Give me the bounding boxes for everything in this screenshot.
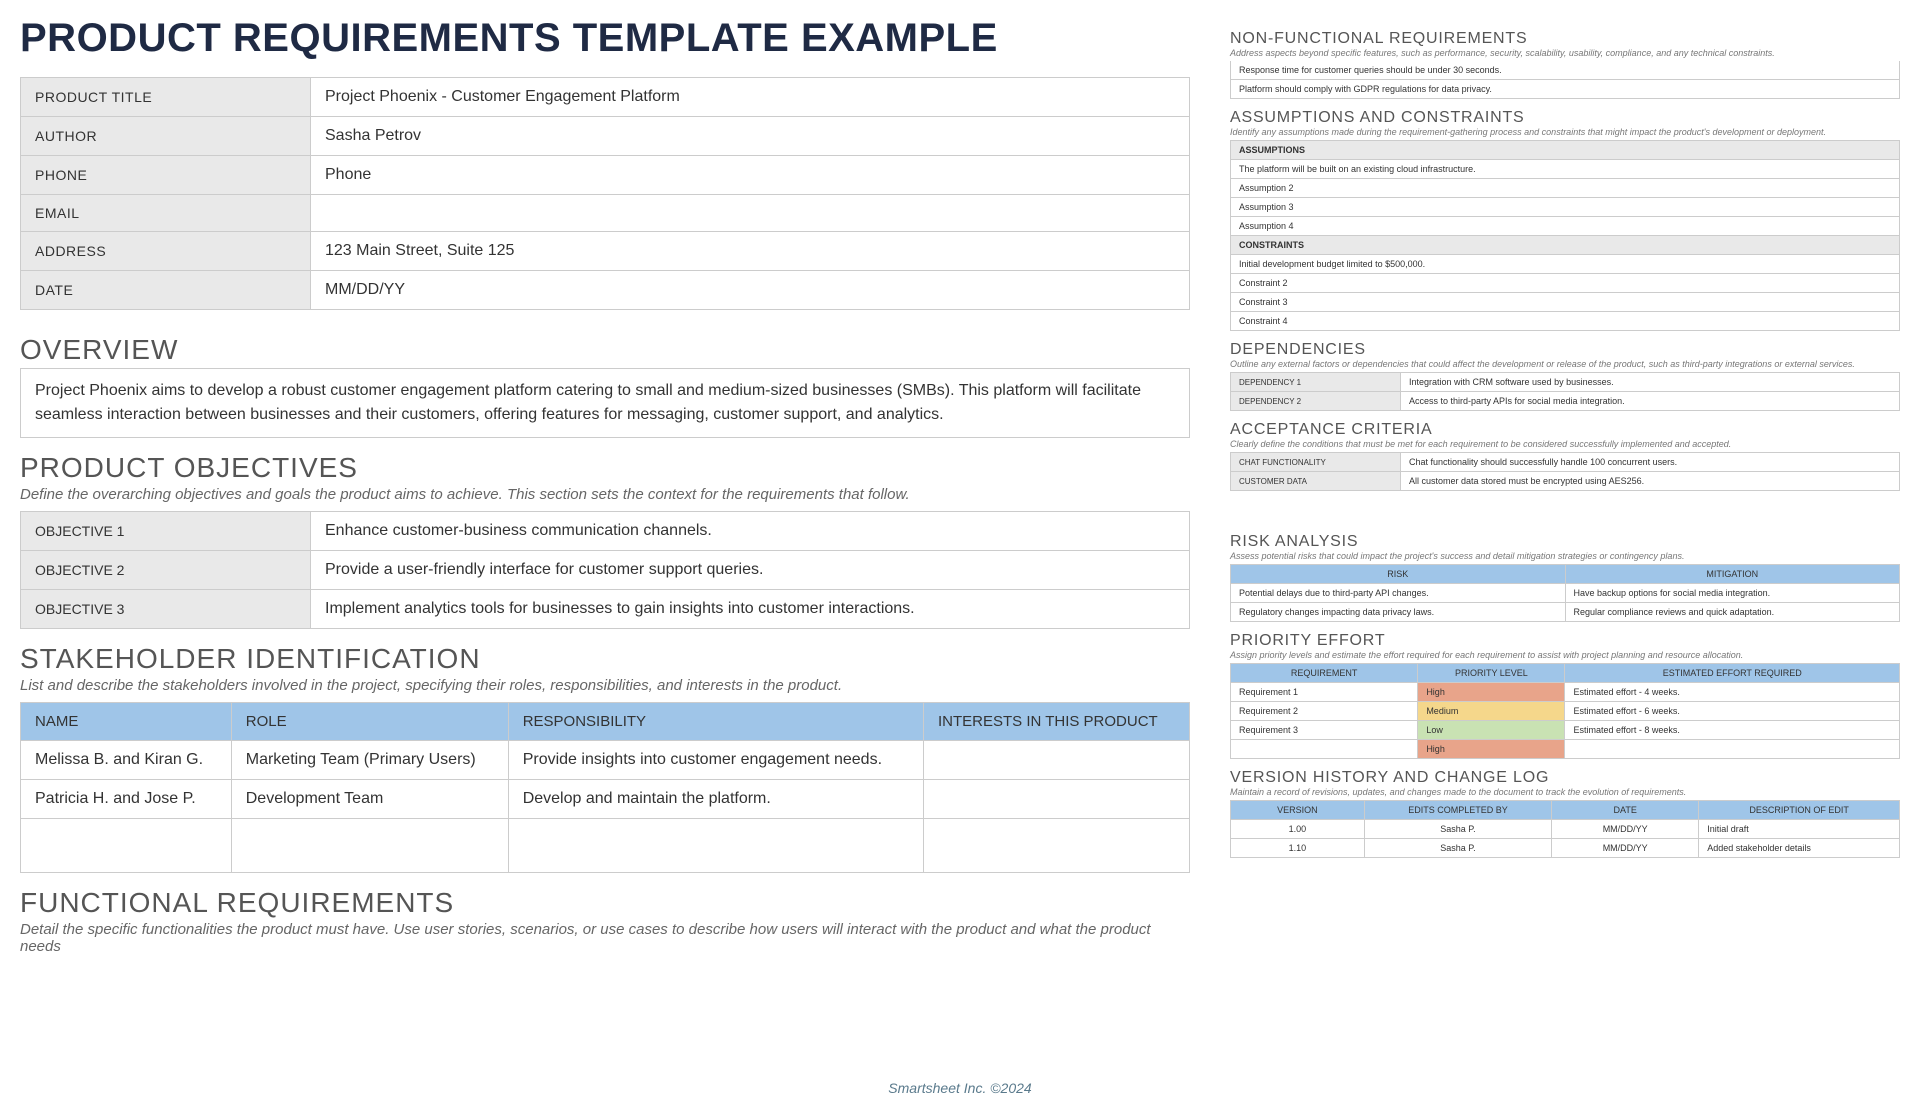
label-phone: PHONE: [21, 156, 311, 195]
table-row: Regulatory changes impacting data privac…: [1231, 603, 1900, 622]
value-product-title: Project Phoenix - Customer Engagement Pl…: [311, 78, 1190, 117]
col-risk: RISK: [1231, 565, 1566, 584]
col-mitigation: MITIGATION: [1565, 565, 1900, 584]
assumption-item: Assumption 3: [1231, 198, 1900, 217]
value-phone: Phone: [311, 156, 1190, 195]
col-interests: INTERESTS IN THIS PRODUCT: [923, 703, 1189, 741]
dep-label: DEPENDENCY 2: [1231, 392, 1401, 411]
objective-label: OBJECTIVE 2: [21, 551, 311, 590]
col-desc-edit: DESCRIPTION OF EDIT: [1699, 801, 1900, 820]
table-row: [21, 819, 1190, 873]
ac-label: CHAT FUNCTIONALITY: [1231, 453, 1401, 472]
table-row: Patricia H. and Jose P. Development Team…: [21, 780, 1190, 819]
assumptions-label: ASSUMPTIONS: [1231, 141, 1900, 160]
left-column: PRODUCT REQUIREMENTS TEMPLATE EXAMPLE PR…: [20, 16, 1190, 963]
constraints-label: CONSTRAINTS: [1231, 236, 1900, 255]
col-version: VERSION: [1231, 801, 1365, 820]
version-table: VERSION EDITS COMPLETED BY DATE DESCRIPT…: [1230, 800, 1900, 858]
dep-text: Access to third-party APIs for social me…: [1401, 392, 1900, 411]
constraint-item: Constraint 3: [1231, 293, 1900, 312]
version-heading: VERSION HISTORY AND CHANGE LOG: [1230, 769, 1900, 787]
table-row: Potential delays due to third-party API …: [1231, 584, 1900, 603]
dep-label: DEPENDENCY 1: [1231, 373, 1401, 392]
functional-desc: Detail the specific functionalities the …: [20, 921, 1190, 955]
value-address: 123 Main Street, Suite 125: [311, 232, 1190, 271]
col-edits-by: EDITS COMPLETED BY: [1364, 801, 1551, 820]
nonfunctional-desc: Address aspects beyond specific features…: [1230, 48, 1900, 58]
assumption-item: Assumption 2: [1231, 179, 1900, 198]
dependencies-heading: DEPENDENCIES: [1230, 341, 1900, 359]
value-email: [311, 195, 1190, 232]
nonfunctional-heading: NON-FUNCTIONAL REQUIREMENTS: [1230, 30, 1900, 48]
table-row: Requirement 3LowEstimated effort - 8 wee…: [1231, 721, 1900, 740]
col-role: ROLE: [231, 703, 508, 741]
nf-item: Platform should comply with GDPR regulat…: [1230, 80, 1900, 99]
col-date: DATE: [1552, 801, 1699, 820]
col-responsibility: RESPONSIBILITY: [508, 703, 923, 741]
stakeholders-heading: STAKEHOLDER IDENTIFICATION: [20, 643, 1190, 675]
value-date: MM/DD/YY: [311, 271, 1190, 310]
risk-heading: RISK ANALYSIS: [1230, 533, 1900, 551]
col-priority-level: PRIORITY LEVEL: [1418, 664, 1565, 683]
value-author: Sasha Petrov: [311, 117, 1190, 156]
col-effort: ESTIMATED EFFORT REQUIRED: [1565, 664, 1900, 683]
info-table: PRODUCT TITLEProject Phoenix - Customer …: [20, 77, 1190, 310]
acceptance-heading: ACCEPTANCE CRITERIA: [1230, 421, 1900, 439]
objectives-table: OBJECTIVE 1Enhance customer-business com…: [20, 511, 1190, 629]
assumptions-desc: Identify any assumptions made during the…: [1230, 127, 1900, 137]
overview-heading: OVERVIEW: [20, 334, 1190, 366]
label-author: AUTHOR: [21, 117, 311, 156]
ac-text: All customer data stored must be encrypt…: [1401, 472, 1900, 491]
col-requirement: REQUIREMENT: [1231, 664, 1418, 683]
assumptions-heading: ASSUMPTIONS AND CONSTRAINTS: [1230, 109, 1900, 127]
label-address: ADDRESS: [21, 232, 311, 271]
table-row: 1.10Sasha P.MM/DD/YYAdded stakeholder de…: [1231, 839, 1900, 858]
priority-table: REQUIREMENT PRIORITY LEVEL ESTIMATED EFF…: [1230, 663, 1900, 759]
constraint-item: Constraint 4: [1231, 312, 1900, 331]
risk-table: RISKMITIGATION Potential delays due to t…: [1230, 564, 1900, 622]
ac-label: CUSTOMER DATA: [1231, 472, 1401, 491]
ac-text: Chat functionality should successfully h…: [1401, 453, 1900, 472]
dependencies-desc: Outline any external factors or dependen…: [1230, 359, 1900, 369]
table-row: High: [1231, 740, 1900, 759]
functional-heading: FUNCTIONAL REQUIREMENTS: [20, 887, 1190, 919]
objective-text: Enhance customer-business communication …: [311, 512, 1190, 551]
objective-text: Provide a user-friendly interface for cu…: [311, 551, 1190, 590]
risk-desc: Assess potential risks that could impact…: [1230, 551, 1900, 561]
objective-label: OBJECTIVE 3: [21, 590, 311, 629]
version-desc: Maintain a record of revisions, updates,…: [1230, 787, 1900, 797]
dependencies-table: DEPENDENCY 1Integration with CRM softwar…: [1230, 372, 1900, 411]
stakeholders-table: NAME ROLE RESPONSIBILITY INTERESTS IN TH…: [20, 702, 1190, 873]
objective-label: OBJECTIVE 1: [21, 512, 311, 551]
assumptions-table: ASSUMPTIONS The platform will be built o…: [1230, 140, 1900, 331]
dep-text: Integration with CRM software used by bu…: [1401, 373, 1900, 392]
table-row: 1.00Sasha P.MM/DD/YYInitial draft: [1231, 820, 1900, 839]
priority-desc: Assign priority levels and estimate the …: [1230, 650, 1900, 660]
stakeholders-desc: List and describe the stakeholders invol…: [20, 677, 1190, 694]
table-row: Requirement 1HighEstimated effort - 4 we…: [1231, 683, 1900, 702]
overview-text: Project Phoenix aims to develop a robust…: [20, 368, 1190, 438]
assumption-item: The platform will be built on an existin…: [1231, 160, 1900, 179]
objectives-heading: PRODUCT OBJECTIVES: [20, 452, 1190, 484]
label-date: DATE: [21, 271, 311, 310]
objectives-desc: Define the overarching objectives and go…: [20, 486, 1190, 503]
label-email: EMAIL: [21, 195, 311, 232]
assumption-item: Assumption 4: [1231, 217, 1900, 236]
col-name: NAME: [21, 703, 232, 741]
table-row: Melissa B. and Kiran G. Marketing Team (…: [21, 741, 1190, 780]
right-column: NON-FUNCTIONAL REQUIREMENTS Address aspe…: [1230, 16, 1900, 963]
priority-heading: PRIORITY EFFORT: [1230, 632, 1900, 650]
constraint-item: Constraint 2: [1231, 274, 1900, 293]
page-title: PRODUCT REQUIREMENTS TEMPLATE EXAMPLE: [20, 16, 1190, 61]
objective-text: Implement analytics tools for businesses…: [311, 590, 1190, 629]
acceptance-desc: Clearly define the conditions that must …: [1230, 439, 1900, 449]
nf-item: Response time for customer queries shoul…: [1230, 61, 1900, 80]
footer-text: Smartsheet Inc. ©2024: [0, 1080, 1920, 1096]
constraint-item: Initial development budget limited to $5…: [1231, 255, 1900, 274]
acceptance-table: CHAT FUNCTIONALITYChat functionality sho…: [1230, 452, 1900, 491]
label-product-title: PRODUCT TITLE: [21, 78, 311, 117]
table-row: Requirement 2MediumEstimated effort - 6 …: [1231, 702, 1900, 721]
